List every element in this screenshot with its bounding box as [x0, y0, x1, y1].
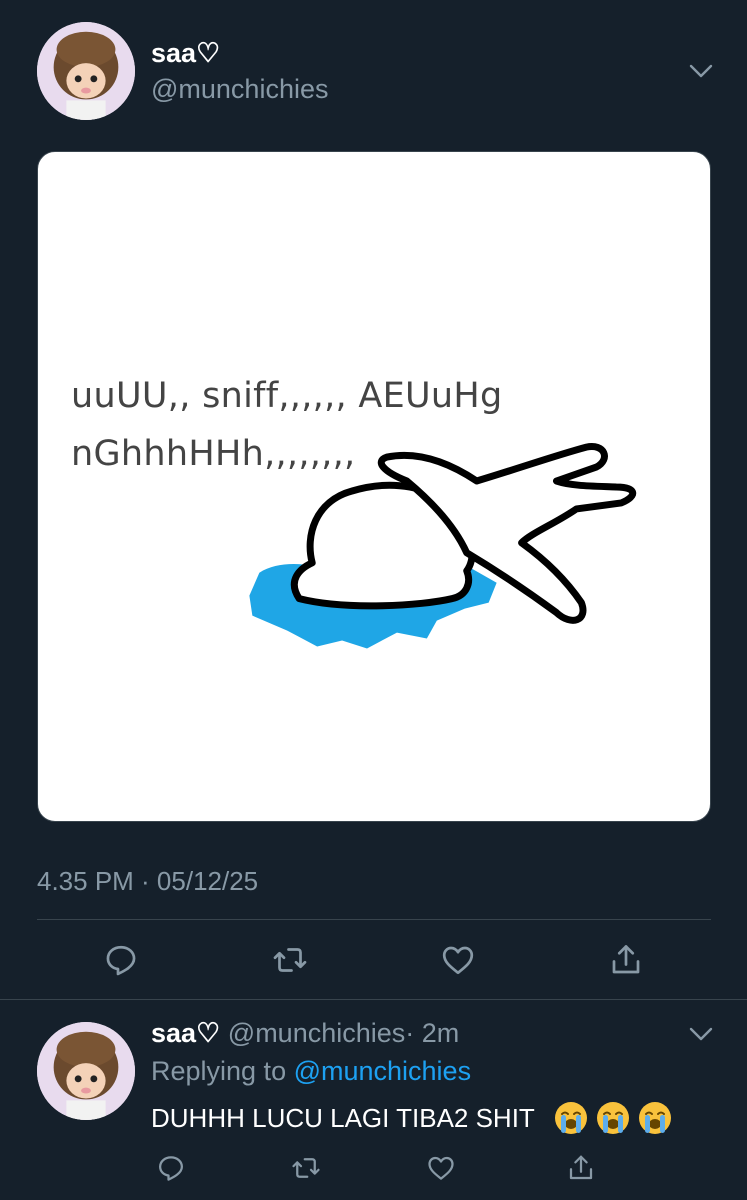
reply-share-button[interactable]	[561, 1148, 601, 1188]
reply-avatar[interactable]	[37, 1022, 135, 1120]
comment-icon	[106, 945, 136, 976]
heart-icon	[428, 1156, 454, 1180]
tweet-timestamp[interactable]: 4.35 PM · 05/12/25	[37, 866, 258, 897]
retweet-button[interactable]	[270, 940, 310, 980]
reply-retweet-button[interactable]	[286, 1148, 326, 1188]
loudly-crying-face-emoji	[638, 1102, 671, 1134]
divider	[0, 999, 747, 1000]
user-handle[interactable]: @munchichies	[151, 74, 328, 105]
display-name[interactable]: saa♡	[151, 38, 220, 69]
image-caption-line-1: uuUU,, sniff,,,,,, AEUuHg	[71, 376, 503, 416]
heart-icon	[442, 946, 474, 975]
reply-comment-button[interactable]	[151, 1148, 191, 1188]
reply-handle[interactable]: @munchichies	[228, 1018, 405, 1048]
chevron-down-icon[interactable]	[688, 62, 714, 80]
chevron-down-icon[interactable]	[688, 1025, 714, 1043]
replying-prefix: Replying to	[151, 1056, 294, 1086]
share-button[interactable]	[606, 940, 646, 980]
loudly-crying-face-emoji	[596, 1102, 629, 1134]
reply-header: saa♡ @munchichies· 2m	[151, 1018, 459, 1049]
retweet-icon	[273, 948, 307, 972]
reply-time[interactable]: · 2m	[405, 1018, 459, 1048]
replying-to-link[interactable]: @munchichies	[294, 1056, 471, 1086]
reply-like-button[interactable]	[421, 1148, 461, 1188]
share-icon	[612, 945, 640, 974]
reply-display-name[interactable]: saa♡	[151, 1018, 220, 1048]
share-icon	[569, 1155, 593, 1180]
reply-body: DUHHH LUCU LAGI TIBA2 SHIT	[151, 1100, 673, 1136]
tweet-image[interactable]: uuUU,, sniff,,,,,, AEUuHg nGhhhHHh,,,,,,…	[37, 151, 711, 822]
comment-icon	[159, 1156, 183, 1181]
reply-text: DUHHH LUCU LAGI TIBA2 SHIT	[151, 1102, 535, 1133]
replying-to: Replying to @munchichies	[151, 1056, 471, 1087]
retweet-icon	[292, 1158, 320, 1178]
divider	[37, 919, 711, 920]
like-button[interactable]	[438, 940, 478, 980]
loudly-crying-face-emoji	[554, 1102, 587, 1134]
avatar[interactable]	[37, 22, 135, 120]
reply-button[interactable]	[101, 940, 141, 980]
crying-character-drawing	[249, 443, 637, 649]
image-caption-line-2: nGhhhHHh,,,,,,,,	[71, 434, 356, 474]
